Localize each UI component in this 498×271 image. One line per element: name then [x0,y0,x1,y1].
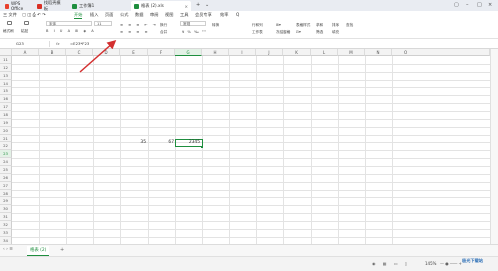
status-bar: ◉ ▦ ▭ ▯ 145% — ● ─── + 极光下载站 [0,256,498,271]
watermark-text: 极光下载站 [462,258,483,263]
sheet-nav-icons[interactable]: ‹ › ≡ [3,247,13,252]
zoom-slider[interactable]: — ● ─── + [440,261,462,266]
zoom-level[interactable]: 145% [425,261,436,266]
add-sheet-button[interactable]: + [60,247,64,253]
view-mode-icons[interactable]: ◉ ▦ ▭ ▯ [372,261,410,266]
sheet-tab-active[interactable]: 格表 (2) [27,246,50,256]
annotation-arrow [79,40,117,73]
